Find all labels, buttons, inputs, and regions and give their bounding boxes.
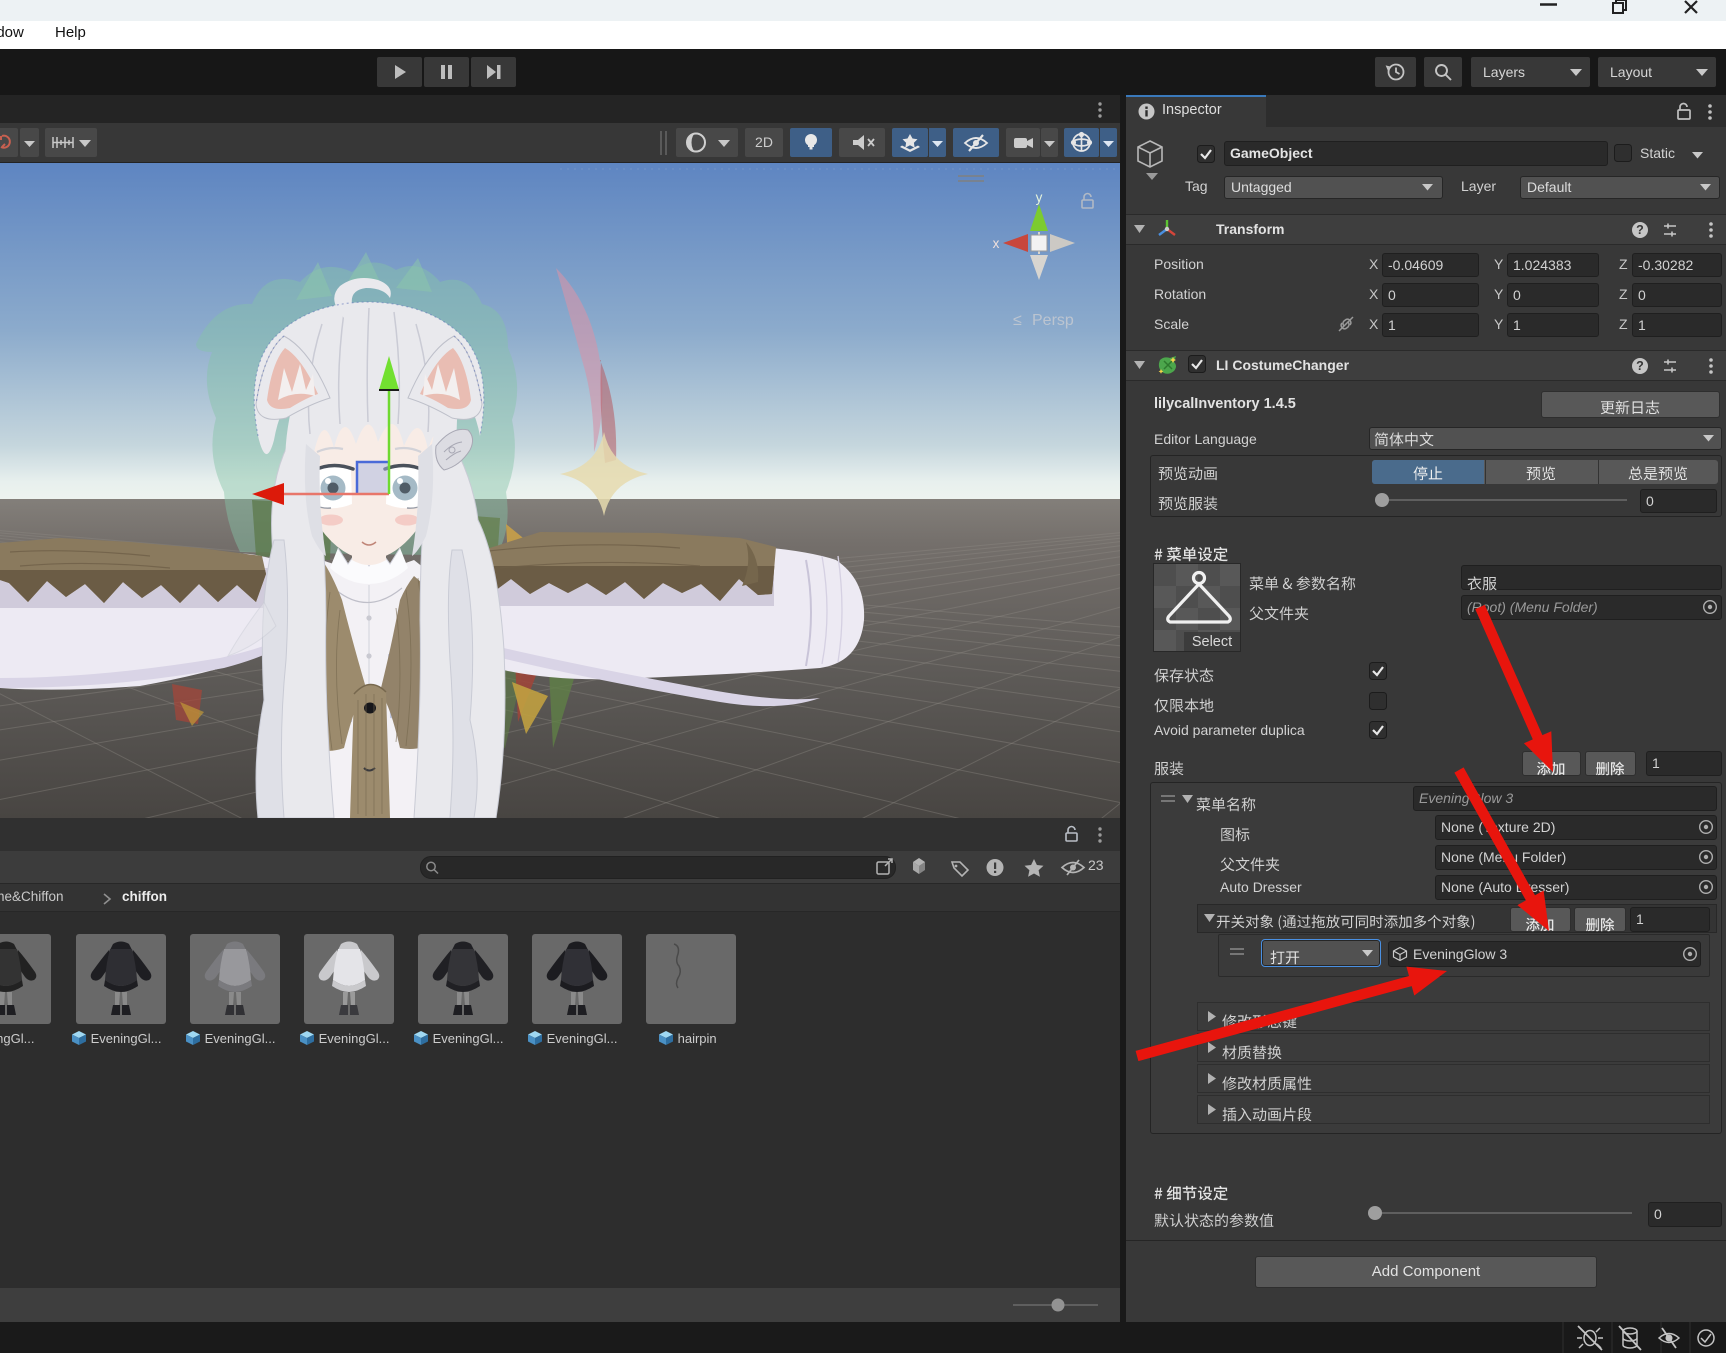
svg-text:x: x	[993, 236, 1000, 251]
svg-text:Select: Select	[1192, 634, 1232, 650]
svg-text:y: y	[1036, 190, 1043, 205]
svg-text:Persp: Persp	[1032, 312, 1074, 329]
svg-text:?: ?	[1636, 359, 1644, 373]
svg-text:≤: ≤	[1013, 312, 1022, 329]
svg-text:?: ?	[1636, 223, 1644, 237]
